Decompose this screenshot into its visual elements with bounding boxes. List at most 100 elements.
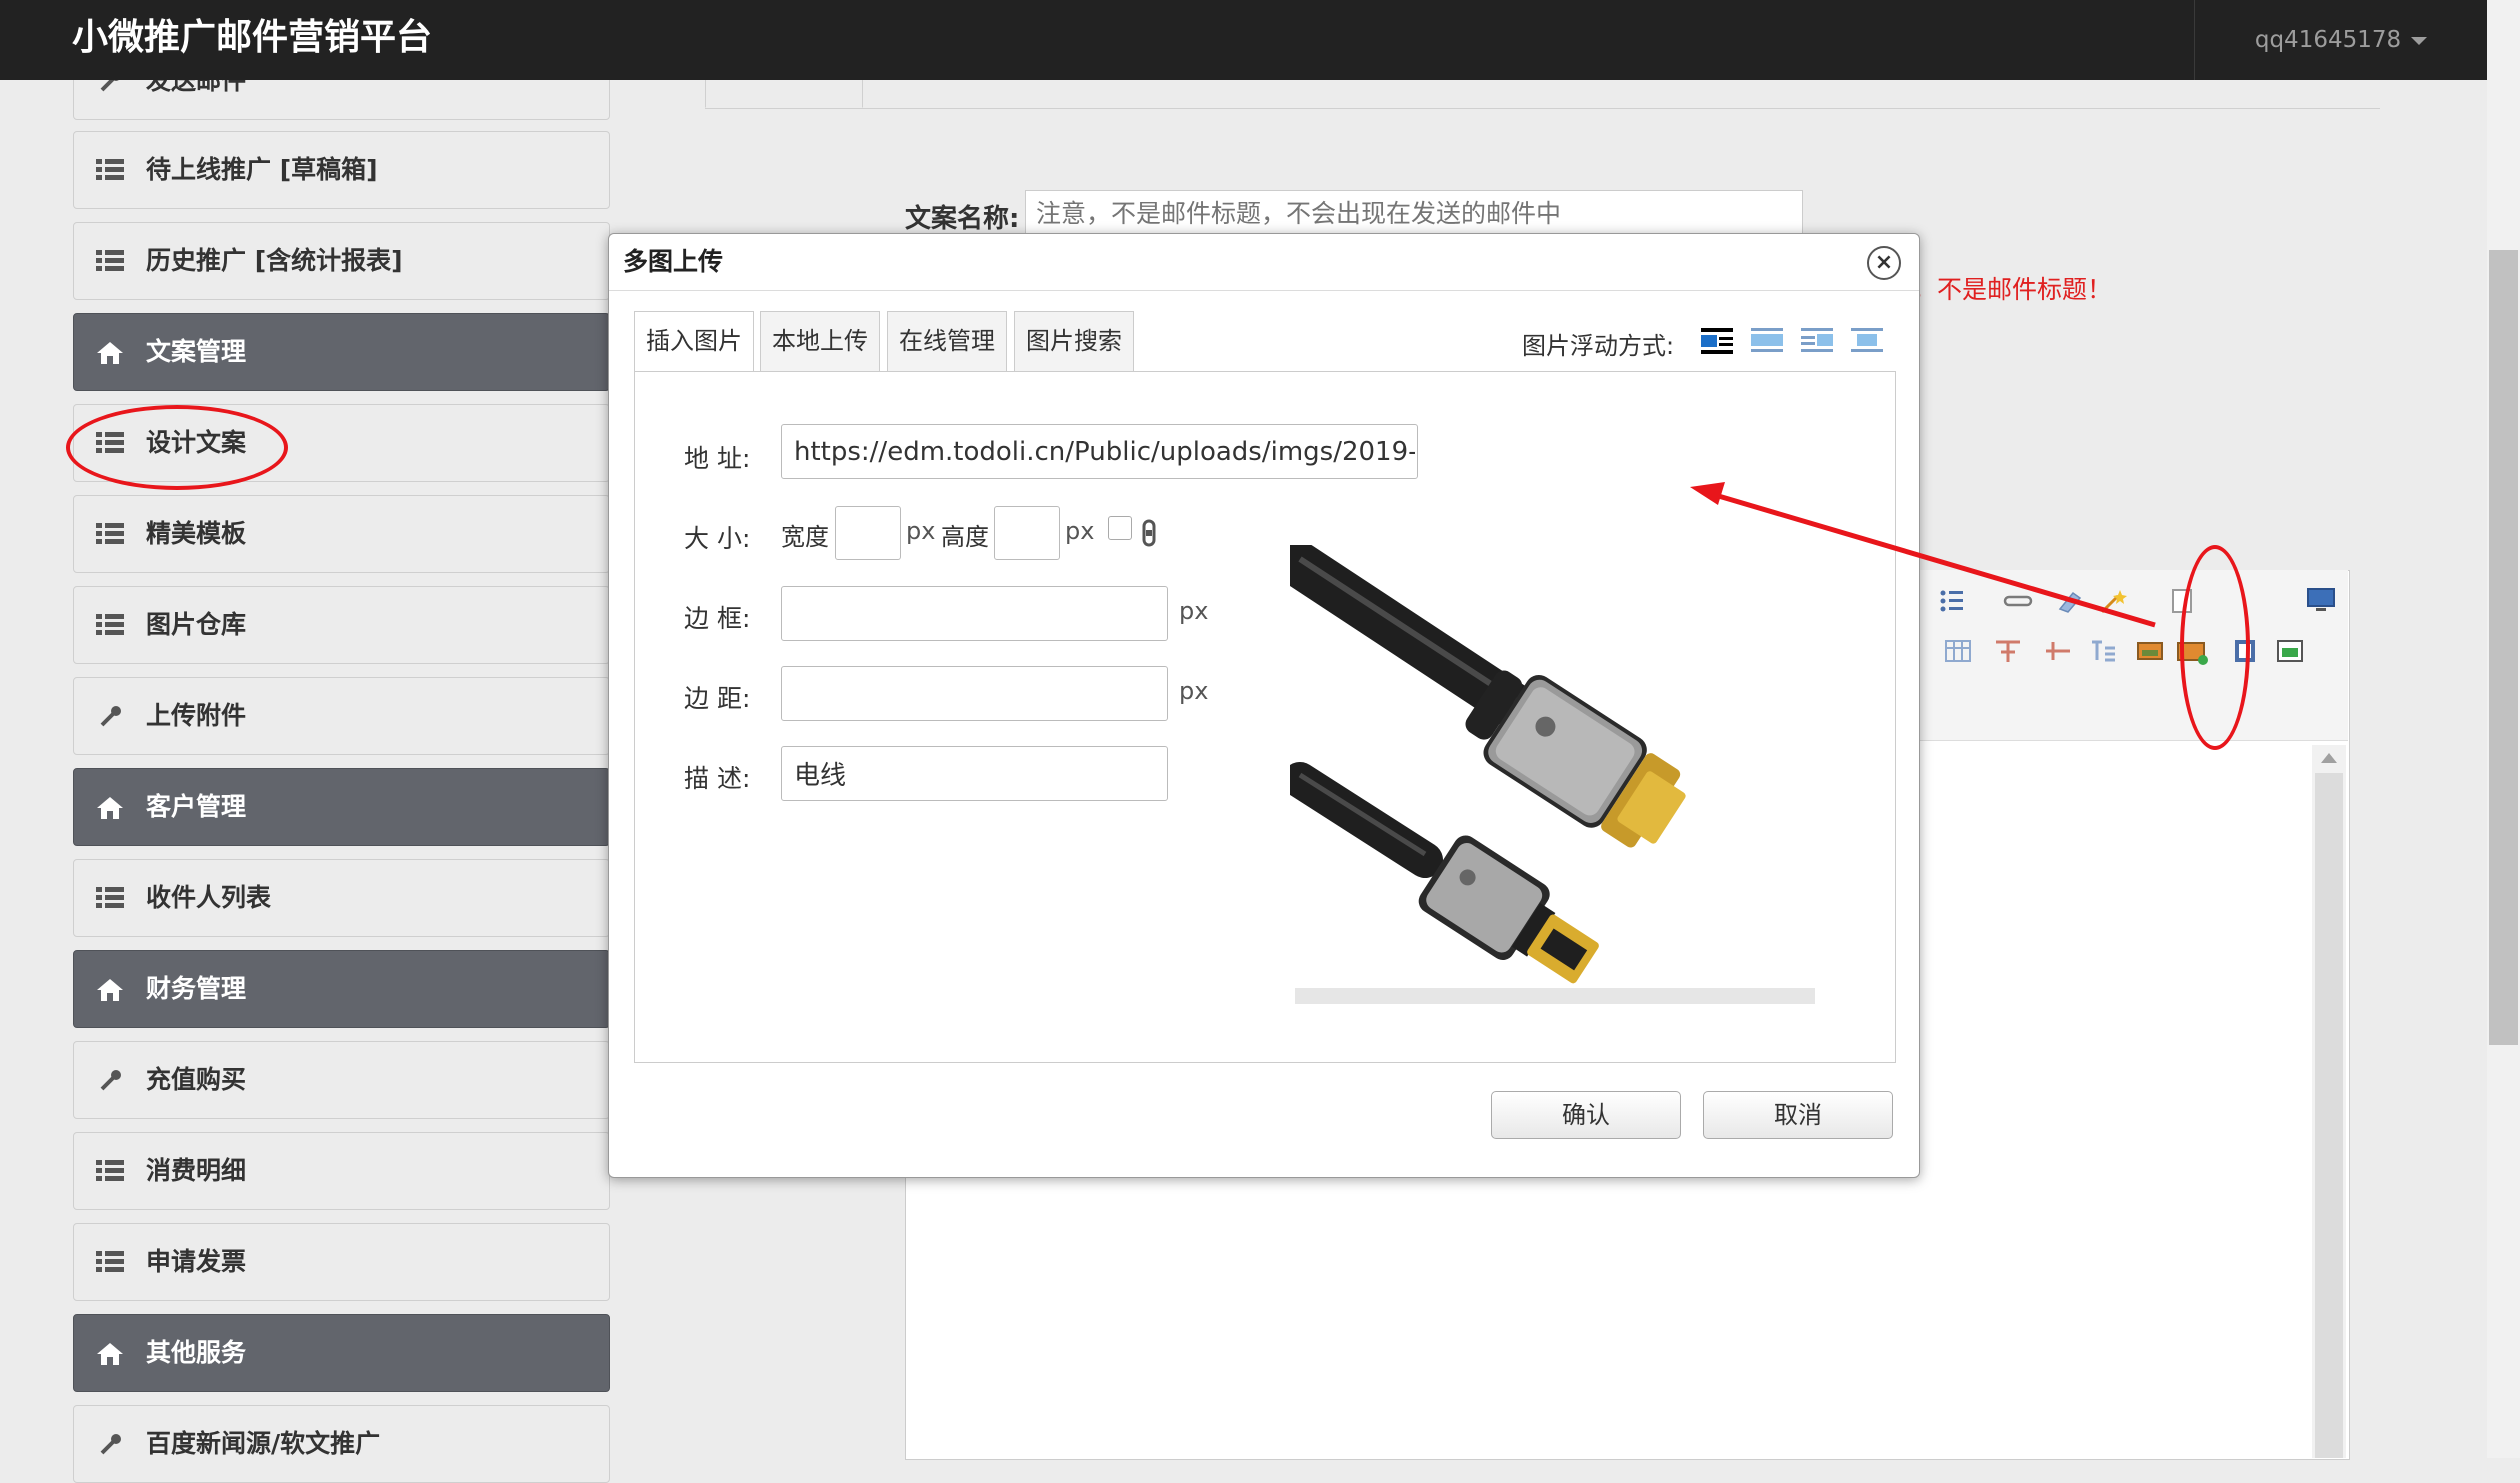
confirm-button[interactable]: 确认 [1491, 1091, 1681, 1139]
annotation-ellipse-design-copy [66, 405, 288, 490]
height-input[interactable] [994, 506, 1060, 560]
width-label: 宽度 [781, 523, 829, 551]
home-icon [97, 979, 123, 1001]
list-icon [96, 250, 124, 272]
address-label: 地 址: [684, 444, 751, 473]
brand-title[interactable]: 小微推广邮件营销平台 [72, 14, 432, 62]
list-icon [96, 523, 124, 545]
image-preview [1277, 542, 1815, 1015]
margin-unit: px [1179, 677, 1209, 705]
sidebar-item-label: 待上线推广 [草稿箱] [146, 155, 378, 184]
sidebar-item-upload-attachment[interactable]: 上传附件 [73, 677, 610, 755]
margin-label: 边 距: [684, 684, 751, 713]
sidebar-item-label: 历史推广 [含统计报表] [146, 246, 403, 275]
list-icon [96, 887, 124, 909]
copy-name-label: 文案名称: [905, 204, 1020, 234]
sidebar-item-label: 财务管理 [146, 974, 247, 1003]
magic-wand-icon[interactable] [2098, 588, 2127, 614]
editor-scroll-thumb[interactable] [2315, 773, 2343, 1458]
gear-icon [100, 1434, 121, 1455]
sidebar-item-label: 客户管理 [146, 792, 247, 821]
copy-name-input[interactable] [1025, 190, 1803, 238]
eraser-icon[interactable] [2055, 588, 2083, 614]
table-icon[interactable] [1943, 638, 1971, 664]
image-gallery-icon[interactable] [2275, 638, 2303, 664]
sidebar-header-other-services[interactable]: 其他服务 [73, 1314, 610, 1392]
sidebar-item-label: 充值购买 [146, 1065, 247, 1094]
float-center-icon[interactable] [1847, 324, 1887, 358]
caret-down-icon [2411, 36, 2428, 45]
username: qq41645178 [2254, 27, 2402, 53]
sidebar-item-label: 其他服务 [146, 1338, 247, 1367]
single-image-icon[interactable] [2135, 638, 2163, 664]
float-right-icon[interactable] [1797, 324, 1837, 358]
sidebar-item-news-promotion[interactable]: 百度新闻源/软文推广 [73, 1405, 610, 1483]
sidebar-header-customer-management[interactable]: 客户管理 [73, 768, 610, 846]
border-unit: px [1179, 597, 1209, 625]
page-scroll-thumb[interactable] [2489, 250, 2518, 1045]
gear-icon [100, 706, 121, 727]
sidebar-item-drafts[interactable]: 待上线推广 [草稿箱] [73, 131, 610, 209]
tab-local-upload[interactable]: 本地上传 [760, 311, 880, 371]
image-url-input[interactable] [781, 424, 1418, 479]
lock-icon [1142, 519, 1156, 547]
height-label: 高度 [941, 523, 989, 551]
height-unit: px [1065, 517, 1095, 545]
sidebar-item-spending-detail[interactable]: 消费明细 [73, 1132, 610, 1210]
float-mode-label: 图片浮动方式: [1522, 332, 1675, 360]
width-input[interactable] [835, 506, 901, 560]
scroll-up-icon[interactable] [2321, 753, 2337, 763]
sidebar-item-label: 消费明细 [146, 1156, 247, 1185]
size-label: 大 小: [684, 524, 751, 553]
page-scrollbar[interactable] [2487, 0, 2520, 1458]
cable-image [1277, 542, 1686, 984]
sidebar-item-label: 文案管理 [146, 337, 247, 366]
sidebar-item-label: 上传附件 [146, 701, 247, 730]
width-unit: px [906, 517, 936, 545]
sidebar-item-recipient-list[interactable]: 收件人列表 [73, 859, 610, 937]
link-icon[interactable] [2003, 588, 2033, 614]
sidebar-item-label: 图片仓库 [146, 610, 247, 639]
tab-image-search[interactable]: 图片搜索 [1014, 311, 1134, 371]
sidebar-item-invoice[interactable]: 申请发票 [73, 1223, 610, 1301]
sidebar: 发送邮件 待上线推广 [草稿箱] 历史推广 [含统计报表] 文案管理 设计文案 … [0, 0, 672, 1483]
annotation-ellipse-multi-image [2180, 545, 2250, 750]
warning-text: ，不是邮件标题！ [1912, 275, 2113, 304]
sidebar-item-image-library[interactable]: 图片仓库 [73, 586, 610, 664]
preview-progress-bar [1295, 988, 1815, 1004]
sidebar-item-label: 收件人列表 [146, 883, 272, 912]
gear-icon [100, 1070, 121, 1091]
preview-monitor-icon[interactable] [2305, 586, 2335, 612]
merge-cells-icon[interactable] [1993, 638, 2021, 664]
tab-insert-image[interactable]: 插入图片 [634, 311, 754, 373]
description-input[interactable] [781, 746, 1168, 801]
home-icon [97, 1343, 123, 1365]
editor-scrollbar[interactable] [2312, 745, 2346, 1458]
sidebar-item-recharge[interactable]: 充值购买 [73, 1041, 610, 1119]
user-menu[interactable]: qq41645178 [2194, 0, 2487, 80]
border-input[interactable] [781, 586, 1168, 641]
text-direction-icon[interactable] [2088, 638, 2116, 664]
sidebar-item-label: 申请发票 [146, 1247, 247, 1276]
description-label: 描 述: [684, 764, 751, 793]
list-icon [96, 1160, 124, 1182]
cancel-button[interactable]: 取消 [1703, 1091, 1893, 1139]
sidebar-header-finance[interactable]: 财务管理 [73, 950, 610, 1028]
float-left-icon[interactable] [1747, 324, 1787, 358]
sidebar-header-copy-management[interactable]: 文案管理 [73, 313, 610, 391]
sidebar-item-templates[interactable]: 精美模板 [73, 495, 610, 573]
home-icon [97, 797, 123, 819]
close-icon[interactable]: × [1867, 246, 1901, 280]
sidebar-item-label: 百度新闻源/软文推广 [146, 1429, 381, 1458]
tab-online-manage[interactable]: 在线管理 [887, 311, 1007, 371]
margin-input[interactable] [781, 666, 1168, 721]
split-cells-icon[interactable] [2043, 638, 2071, 664]
lock-ratio-checkbox[interactable] [1108, 516, 1132, 540]
float-none-icon[interactable] [1697, 324, 1737, 358]
top-navbar: 小微推广邮件营销平台 qq41645178 [0, 0, 2487, 80]
sidebar-item-history[interactable]: 历史推广 [含统计报表] [73, 222, 610, 300]
list-icon[interactable] [1939, 588, 1967, 614]
sidebar-item-label: 精美模板 [146, 519, 247, 548]
dialog-header: 多图上传 × [609, 234, 1919, 291]
dialog-title: 多图上传 [623, 247, 724, 276]
